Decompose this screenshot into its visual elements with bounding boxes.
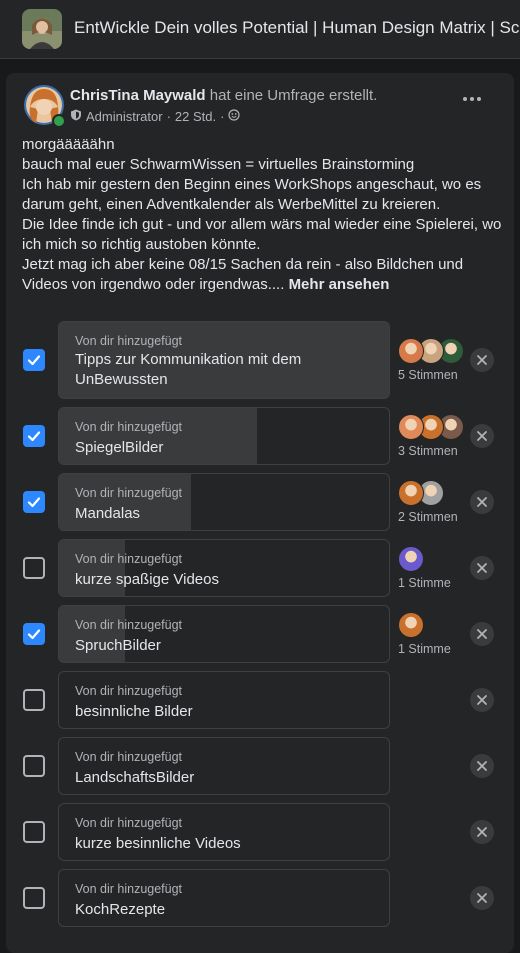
poll-option[interactable]: Von dir hinzugefügt KochRezepte — [58, 869, 390, 927]
poll-option-added-by: Von dir hinzugefügt — [75, 882, 183, 896]
post-line-4: Jetzt mag ich aber keine 08/15 Sachen da… — [22, 256, 464, 293]
poll-option-added-by: Von dir hinzugefügt — [75, 334, 183, 348]
checkmark-icon — [27, 497, 41, 508]
close-icon — [477, 629, 487, 639]
poll-option-vote-count[interactable]: 3 Stimmen — [398, 444, 458, 458]
voter-avatar — [398, 480, 424, 506]
poll-option[interactable]: Von dir hinzugefügt Tipps zur Kommunikati… — [58, 321, 390, 399]
audience-icon — [228, 109, 241, 124]
poll-option[interactable]: Von dir hinzugefügt kurze spaßige Videos — [58, 539, 390, 597]
poll-option-label: kurze spaßige Videos — [75, 571, 219, 588]
post-text: morgääääähn bauch mal euer SchwarmWissen… — [22, 135, 502, 295]
poll-option-added-by: Von dir hinzugefügt — [75, 552, 183, 566]
poll-option-vote-count[interactable]: 2 Stimmen — [398, 510, 458, 524]
poll-option-vote-count[interactable]: 1 Stimme — [398, 576, 451, 590]
poll-option[interactable]: Von dir hinzugefügt besinnliche Bilder — [58, 671, 390, 729]
poll-option-checkbox[interactable] — [23, 491, 45, 513]
poll-option-checkbox[interactable] — [23, 689, 45, 711]
remove-option-button[interactable] — [470, 688, 494, 712]
remove-option-button[interactable] — [470, 424, 494, 448]
post-line: Die Idee finde ich gut - und vor allem w… — [22, 216, 502, 253]
post-line: morgääääähn — [22, 136, 115, 153]
poll-option-added-by: Von dir hinzugefügt — [75, 618, 183, 632]
poll-option[interactable]: Von dir hinzugefügt LandschaftsBilder — [58, 737, 390, 795]
group-avatar[interactable] — [22, 9, 62, 49]
author-line: ChrisTina Maywald hat eine Umfrage erste… — [70, 87, 377, 104]
poll-option-checkbox[interactable] — [23, 349, 45, 371]
poll-option-added-by: Von dir hinzugefügt — [75, 750, 183, 764]
poll-option-added-by: Von dir hinzugefügt — [75, 816, 183, 830]
meta-separator-2: · — [220, 109, 225, 124]
poll-option-label: KochRezepte — [75, 901, 166, 918]
poll-option-label: SpruchBilder — [75, 637, 161, 654]
remove-option-button[interactable] — [470, 754, 494, 778]
poll-option-vote-count[interactable]: 5 Stimmen — [398, 368, 458, 382]
post-meta: Administrator · 22 Std. · — [70, 109, 241, 124]
poll-option-label: Mandalas — [75, 505, 141, 522]
close-icon — [477, 827, 487, 837]
poll-option-label: Tipps zur Kommunikation mit dem UnBewuss… — [75, 351, 302, 388]
close-icon — [477, 695, 487, 705]
remove-option-button[interactable] — [470, 622, 494, 646]
poll-option[interactable]: Von dir hinzugefügt kurze besinnliche Vid… — [58, 803, 390, 861]
online-status-dot — [52, 114, 66, 128]
post-line-last: Jetzt mag ich aber keine 08/15 Sachen da… — [22, 255, 502, 295]
remove-option-button[interactable] — [470, 490, 494, 514]
author-name[interactable]: ChrisTina Maywald — [70, 87, 206, 104]
poll-option-added-by: Von dir hinzugefügt — [75, 684, 183, 698]
checkmark-icon — [27, 355, 41, 366]
remove-option-button[interactable] — [470, 886, 494, 910]
poll-option-label: besinnliche Bilder — [75, 703, 193, 720]
poll-option-checkbox[interactable] — [23, 887, 45, 909]
poll-option-added-by: Von dir hinzugefügt — [75, 420, 183, 434]
poll-option-checkbox[interactable] — [23, 425, 45, 447]
poll-option-label: kurze besinnliche Videos — [75, 835, 241, 852]
voter-avatar — [398, 546, 424, 572]
group-title[interactable]: EntWickle Dein volles Potential | Human … — [74, 18, 520, 38]
close-icon — [477, 761, 487, 771]
voter-avatar — [398, 338, 424, 364]
checkmark-icon — [27, 629, 41, 640]
shield-icon — [70, 109, 82, 124]
poll-option-label: LandschaftsBilder — [75, 769, 195, 786]
poll-option-added-by: Von dir hinzugefügt — [75, 486, 183, 500]
poll-option-checkbox[interactable] — [23, 623, 45, 645]
poll-option-checkbox[interactable] — [23, 755, 45, 777]
poll-option[interactable]: Von dir hinzugefügt SpruchBilder — [58, 605, 390, 663]
author-role: Administrator — [86, 109, 163, 124]
poll-option[interactable]: Von dir hinzugefügt SpiegelBilder — [58, 407, 390, 465]
voter-avatar — [398, 612, 424, 638]
close-icon — [477, 431, 487, 441]
poll-option[interactable]: Von dir hinzugefügt Mandalas — [58, 473, 390, 531]
close-icon — [477, 563, 487, 573]
close-icon — [477, 497, 487, 507]
checkmark-icon — [27, 431, 41, 442]
poll-option-checkbox[interactable] — [23, 557, 45, 579]
group-header: EntWickle Dein volles Potential | Human … — [0, 0, 520, 59]
close-icon — [477, 355, 487, 365]
close-icon — [477, 893, 487, 903]
poll-option-label: SpiegelBilder — [75, 439, 164, 456]
post-timestamp[interactable]: 22 Std. — [175, 109, 216, 124]
remove-option-button[interactable] — [470, 348, 494, 372]
post-action: hat eine Umfrage erstellt. — [209, 87, 378, 104]
poll-option-vote-count[interactable]: 1 Stimme — [398, 642, 451, 656]
remove-option-button[interactable] — [470, 556, 494, 580]
see-more-link[interactable]: Mehr ansehen — [289, 276, 390, 293]
remove-option-button[interactable] — [470, 820, 494, 844]
post-line: Ich hab mir gestern den Beginn eines Wor… — [22, 176, 482, 213]
voter-avatar — [398, 414, 424, 440]
poll-option-checkbox[interactable] — [23, 821, 45, 843]
post-line: bauch mal euer SchwarmWissen = virtuelle… — [22, 156, 415, 173]
meta-separator: · — [166, 109, 171, 124]
more-options-icon[interactable] — [460, 87, 484, 111]
